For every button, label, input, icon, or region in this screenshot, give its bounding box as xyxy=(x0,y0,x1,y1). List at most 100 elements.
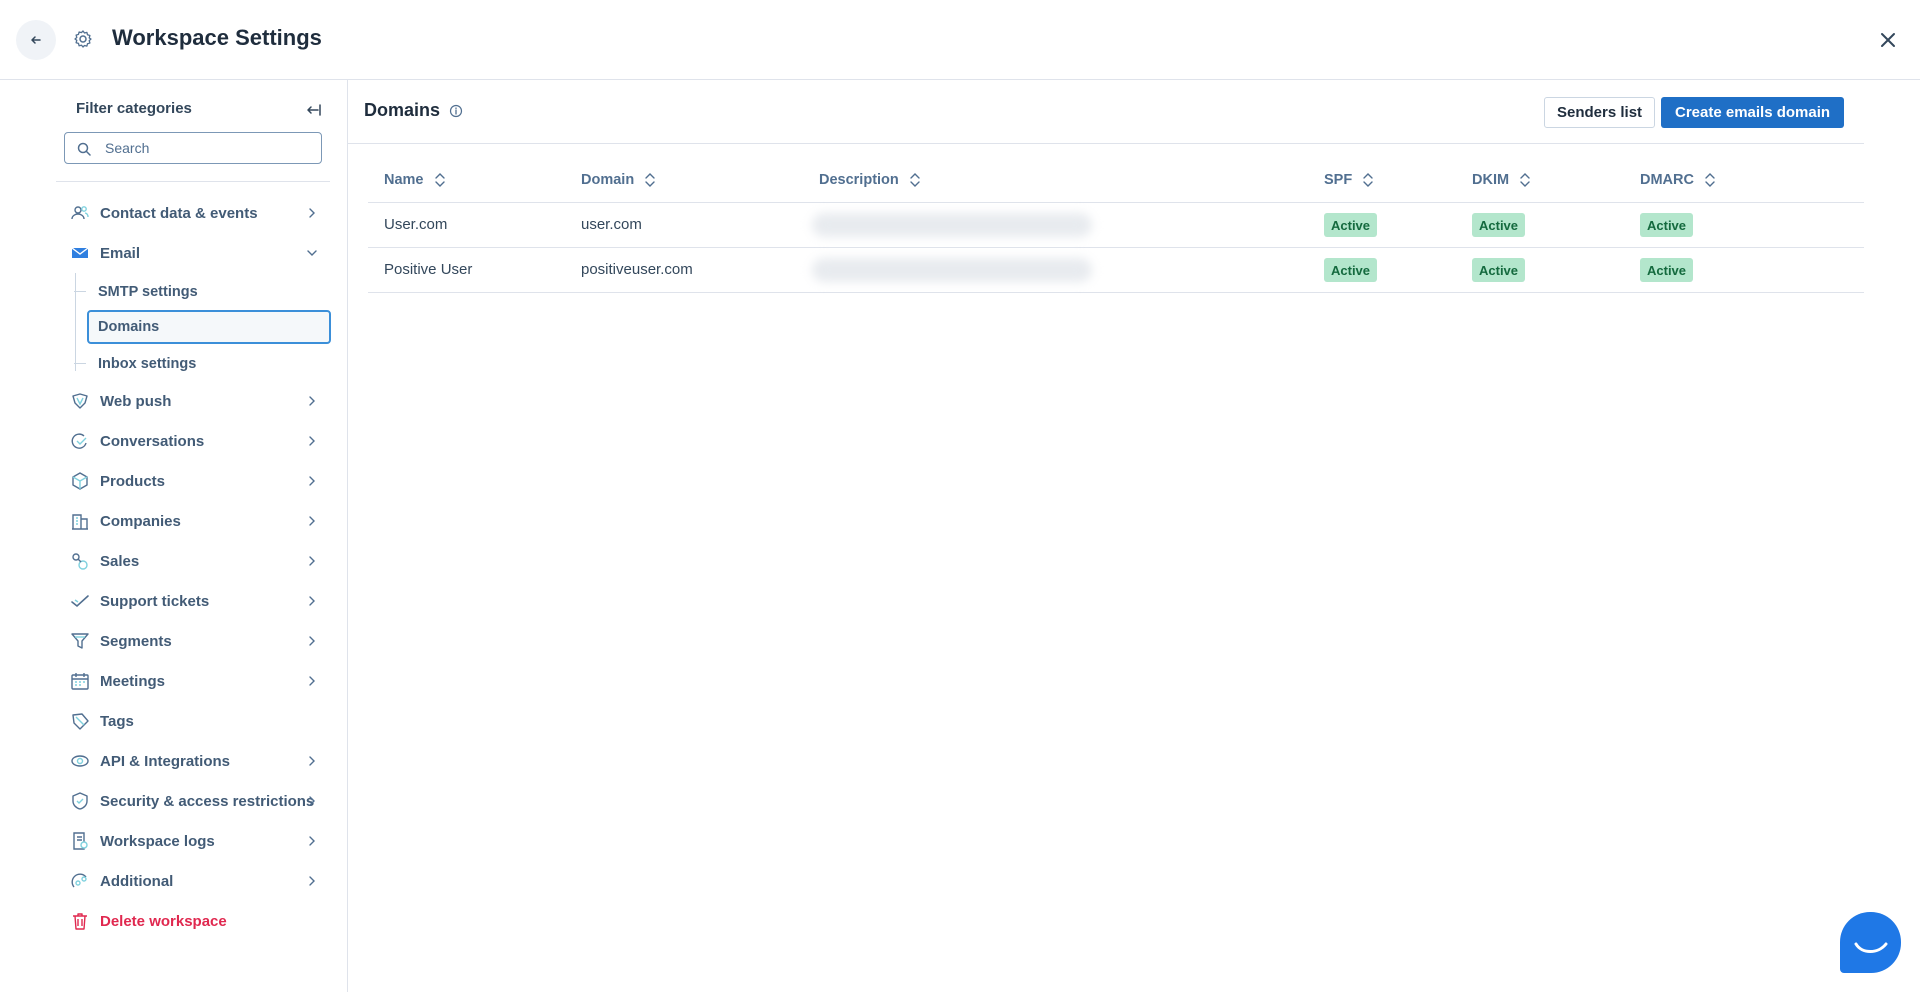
cell-name: Positive User xyxy=(384,261,473,278)
search-icon xyxy=(77,142,91,156)
chevron-right-icon xyxy=(309,756,315,766)
search-field[interactable] xyxy=(64,132,322,164)
cell-domain: user.com xyxy=(581,216,642,233)
calendar-icon xyxy=(71,673,89,690)
column-header-dkim[interactable]: DKIM xyxy=(1472,172,1531,188)
sort-icon xyxy=(1520,173,1530,187)
logs-icon xyxy=(73,832,88,850)
info-icon[interactable] xyxy=(449,104,463,118)
table-row[interactable]: Positive User positiveuser.com Active Ac… xyxy=(368,248,1864,293)
chevron-right-icon xyxy=(309,556,315,566)
main-content: Domains Senders list Create emails domai… xyxy=(348,80,1920,992)
box-icon xyxy=(72,472,88,490)
chevron-right-icon xyxy=(309,876,315,886)
sidebar-item-tags[interactable]: Tags xyxy=(56,701,330,741)
sales-icon xyxy=(72,553,88,570)
sidebar-item-label: Conversations xyxy=(100,432,205,450)
sidebar-item-label: Security & access restrictions xyxy=(100,792,315,810)
shield-icon xyxy=(72,792,88,810)
contacts-icon xyxy=(71,206,89,220)
sidebar-item-label: Delete workspace xyxy=(100,912,227,930)
chevron-right-icon xyxy=(309,836,315,846)
column-header-name[interactable]: Name xyxy=(384,172,446,188)
sidebar-item-meetings[interactable]: Meetings xyxy=(56,661,330,701)
subitem-label: SMTP settings xyxy=(98,284,198,300)
chevron-right-icon xyxy=(309,676,315,686)
column-header-dmarc[interactable]: DMARC xyxy=(1640,172,1716,188)
domains-table: Name Domain Description SPF DKIM DMARC U… xyxy=(368,160,1864,293)
tree-tick xyxy=(74,291,86,292)
gear-icon xyxy=(74,30,92,48)
collapse-sidebar-icon[interactable] xyxy=(304,100,324,120)
column-header-spf[interactable]: SPF xyxy=(1324,172,1374,188)
cell-domain: positiveuser.com xyxy=(581,261,693,278)
header: Workspace Settings xyxy=(0,0,1920,80)
trash-icon xyxy=(73,913,87,930)
sidebar-item-contact-data[interactable]: Contact data & events xyxy=(56,193,330,233)
column-header-label: Domain xyxy=(581,172,635,188)
sidebar-item-label: Companies xyxy=(100,512,181,530)
chat-widget-button[interactable] xyxy=(1840,912,1901,973)
create-emails-domain-button[interactable]: Create emails domain xyxy=(1661,97,1845,128)
column-header-description[interactable]: Description xyxy=(819,172,921,188)
column-header-label: Name xyxy=(384,172,424,188)
sidebar-item-label: Contact data & events xyxy=(100,204,258,222)
senders-list-button[interactable]: Senders list xyxy=(1544,97,1656,128)
table-row[interactable]: User.com user.com Active Active Active xyxy=(368,203,1864,248)
sidebar-item-label: Workspace logs xyxy=(100,832,215,850)
subitem-label: Domains xyxy=(98,319,160,335)
section-title: Domains xyxy=(364,100,441,120)
status-badge-dmarc: Active xyxy=(1640,258,1694,282)
sidebar-item-products[interactable]: Products xyxy=(56,461,330,501)
sidebar-item-label: API & Integrations xyxy=(100,752,231,770)
chevron-down-icon xyxy=(307,250,317,256)
sidebar-item-workspace-logs[interactable]: Workspace logs xyxy=(56,821,330,861)
sidebar-item-support-tickets[interactable]: Support tickets xyxy=(56,581,330,621)
sidebar-item-email[interactable]: Email xyxy=(56,233,330,273)
chevron-right-icon xyxy=(309,596,315,606)
sidebar-item-sales[interactable]: Sales xyxy=(56,541,330,581)
sidebar-item-additional[interactable]: Additional xyxy=(56,861,330,901)
sidebar-item-label: Additional xyxy=(100,872,174,890)
sidebar-item-delete-workspace[interactable]: Delete workspace xyxy=(56,901,330,941)
sidebar-item-conversations[interactable]: Conversations xyxy=(56,421,330,461)
chevron-right-icon xyxy=(309,516,315,526)
close-icon xyxy=(1881,33,1895,47)
chevron-right-icon xyxy=(309,396,315,406)
sidebar-subitem-inbox-settings[interactable]: Inbox settings xyxy=(74,347,326,381)
sidebar-item-web-push[interactable]: Web push xyxy=(56,381,330,421)
sidebar-item-label: Email xyxy=(100,244,141,262)
additional-icon xyxy=(71,873,87,888)
sidebar-item-companies[interactable]: Companies xyxy=(56,501,330,541)
search-input[interactable] xyxy=(105,137,305,159)
status-badge-spf: Active xyxy=(1324,213,1378,237)
column-header-label: SPF xyxy=(1324,172,1353,188)
cell-name: User.com xyxy=(384,216,448,233)
chevron-right-icon xyxy=(309,436,315,446)
sort-icon xyxy=(645,173,655,187)
close-button[interactable] xyxy=(1876,28,1900,52)
column-header-label: Description xyxy=(819,172,899,188)
arrow-left-icon xyxy=(31,36,41,44)
status-badge-dkim: Active xyxy=(1472,213,1526,237)
cell-description-redacted xyxy=(812,258,1092,282)
sidebar-item-api-integrations[interactable]: API & Integrations xyxy=(56,741,330,781)
sidebar-item-security[interactable]: Security & access restrictions xyxy=(56,781,330,821)
subitem-label: Inbox settings xyxy=(98,356,197,372)
sort-icon xyxy=(910,173,920,187)
content-divider xyxy=(348,143,1864,144)
column-header-label: DMARC xyxy=(1640,172,1694,188)
back-button[interactable] xyxy=(16,20,56,60)
sidebar-subitem-domains[interactable]: Domains xyxy=(87,310,331,344)
sidebar-subitem-smtp-settings[interactable]: SMTP settings xyxy=(74,275,326,309)
sidebar-item-label: Products xyxy=(100,472,166,490)
sidebar-item-segments[interactable]: Segments xyxy=(56,621,330,661)
mail-icon xyxy=(71,247,89,258)
api-icon xyxy=(71,755,89,767)
chat-smile-icon xyxy=(1854,942,1888,953)
funnel-icon xyxy=(71,633,89,649)
column-header-domain[interactable]: Domain xyxy=(581,172,656,188)
status-badge-spf: Active xyxy=(1324,258,1378,282)
tree-line xyxy=(75,273,76,371)
ticket-icon xyxy=(71,595,89,608)
